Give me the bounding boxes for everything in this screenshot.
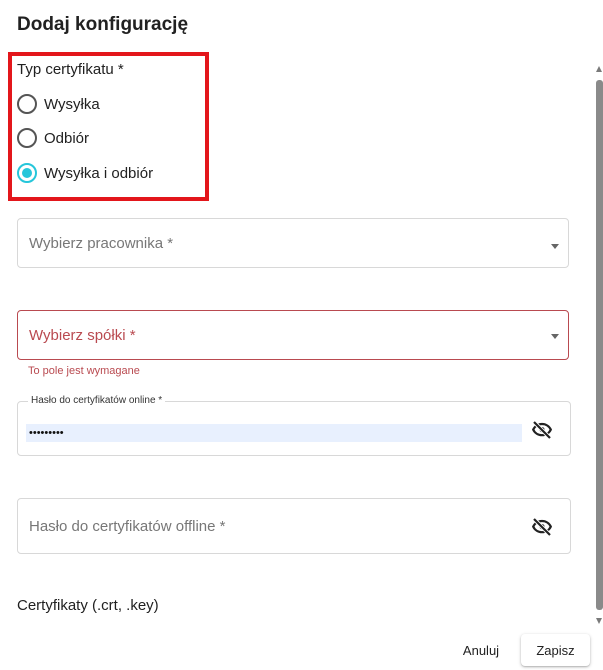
radio-label: Wysyłka i odbiór: [44, 164, 154, 182]
scrollbar-thumb[interactable]: [596, 80, 603, 610]
employee-select[interactable]: Wybierz pracownika *: [17, 218, 569, 268]
chevron-down-icon[interactable]: [551, 244, 559, 249]
dialog-title: Dodaj konfigurację: [17, 14, 189, 35]
radio-unchecked-icon[interactable]: [17, 128, 37, 148]
radio-label: Odbiór: [44, 129, 90, 147]
online-password-input[interactable]: •••••••••: [26, 424, 522, 442]
cancel-button[interactable]: Anuluj: [452, 637, 510, 663]
radio-option-odbior[interactable]: Odbiór: [17, 127, 89, 149]
company-select-placeholder: Wybierz spółki *: [29, 327, 136, 344]
scrollbar[interactable]: [596, 66, 603, 624]
employee-select-placeholder: Wybierz pracownika *: [29, 235, 174, 252]
save-button[interactable]: Zapisz: [521, 634, 590, 666]
radio-label: Wysyłka: [44, 95, 100, 113]
online-password-label: Hasło do certyfikatów online *: [28, 395, 166, 406]
certificates-label: Certyfikaty (.crt, .key): [17, 597, 159, 614]
eye-off-icon[interactable]: [530, 515, 554, 539]
radio-unchecked-icon[interactable]: [17, 94, 37, 114]
eye-off-icon[interactable]: [530, 418, 554, 442]
scroll-up-arrow-icon[interactable]: [596, 66, 602, 72]
radio-option-wysylka-i-odbior[interactable]: Wysyłka i odbiór: [17, 162, 153, 184]
offline-password-placeholder: Hasło do certyfikatów offline *: [29, 518, 226, 535]
company-select-error: To pole jest wymagane: [28, 365, 140, 377]
offline-password-field[interactable]: Hasło do certyfikatów offline *: [17, 498, 571, 554]
certificate-type-label: Typ certyfikatu *: [17, 61, 124, 78]
add-configuration-dialog: Dodaj konfigurację Typ certyfikatu * Wys…: [0, 0, 603, 670]
scroll-down-arrow-icon[interactable]: [596, 618, 602, 624]
radio-option-wysylka[interactable]: Wysyłka: [17, 93, 100, 115]
radio-checked-icon[interactable]: [17, 163, 37, 183]
company-select[interactable]: Wybierz spółki *: [17, 310, 569, 360]
chevron-down-icon[interactable]: [551, 334, 559, 339]
online-password-field[interactable]: Hasło do certyfikatów online * •••••••••: [17, 395, 571, 456]
